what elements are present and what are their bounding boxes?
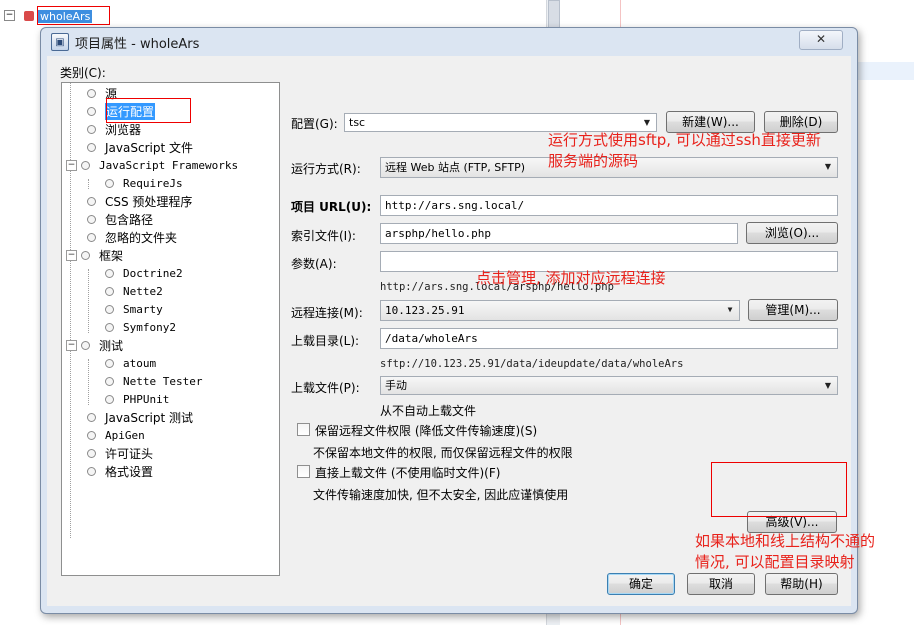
category-testing[interactable]: − 测试	[66, 336, 123, 354]
advanced-highlight-box	[711, 462, 847, 517]
node-icon	[87, 412, 96, 422]
preserve-permissions-label[interactable]: 保留远程文件权限 (降低文件传输速度)(S)	[315, 422, 537, 439]
close-button[interactable]: ✕	[799, 30, 843, 50]
dropdown-arrow-icon: ▼	[643, 118, 651, 127]
upload-files-select[interactable]: 手动 ▼	[380, 376, 838, 395]
run-as-label: 运行方式(R):	[291, 162, 361, 176]
node-icon	[87, 106, 96, 116]
categories-label: 类别(C):	[60, 66, 106, 80]
node-icon	[87, 196, 96, 206]
category-ignored-folders[interactable]: 忽略的文件夹	[87, 228, 177, 246]
categories-tree[interactable]: 源 运行配置 浏览器 JavaScript 文件 − JavaScript Fra…	[61, 82, 280, 576]
dropdown-arrow-icon: ▼	[727, 305, 733, 314]
category-smarty[interactable]: Smarty	[105, 300, 163, 318]
project-url-input[interactable]: http://ars.sng.local/	[380, 195, 838, 216]
node-icon	[105, 178, 114, 188]
upload-files-label: 上载文件(P):	[291, 381, 360, 395]
node-icon	[105, 304, 114, 314]
node-icon	[105, 268, 114, 278]
category-javascript-testing[interactable]: JavaScript 测试	[87, 408, 193, 426]
upload-files-hint: 从不自动上载文件	[380, 404, 477, 418]
cancel-button[interactable]: 取消	[687, 573, 755, 595]
annotation-mapping-line1: 如果本地和线上结构不通的	[695, 532, 876, 550]
config-label: 配置(G):	[291, 117, 338, 131]
dialog-title-bar[interactable]: ▣ 项目属性 - wholeArs ✕	[41, 28, 857, 56]
index-file-input[interactable]: arsphp/hello.php	[380, 223, 738, 244]
collapse-icon[interactable]: −	[66, 159, 77, 171]
annotation-mapping-line2: 情况, 可以配置目录映射	[695, 553, 855, 571]
upload-dir-preview: sftp://10.123.25.91/data/ideupdate/data/…	[380, 358, 684, 370]
category-phpunit[interactable]: PHPUnit	[105, 390, 169, 408]
dialog-title: 项目属性 - wholeArs	[75, 36, 200, 52]
category-css-preprocessors[interactable]: CSS 预处理程序	[87, 192, 192, 210]
category-nette-tester[interactable]: Nette Tester	[105, 372, 202, 390]
remote-connection-select[interactable]: 10.123.25.91 ▼	[380, 300, 740, 321]
arguments-label: 参数(A):	[291, 257, 337, 271]
node-icon	[87, 448, 96, 458]
project-url-label: 项目 URL(U):	[291, 200, 372, 214]
dropdown-arrow-icon: ▼	[824, 162, 832, 171]
annotation-sftp-line1: 运行方式使用sftp, 可以通过ssh直接更新	[548, 131, 821, 149]
direct-upload-checkbox[interactable]	[297, 465, 310, 478]
editor-line-highlight	[858, 62, 914, 80]
category-license-headers[interactable]: 许可证头	[87, 444, 153, 462]
category-formatting[interactable]: 格式设置	[87, 462, 153, 480]
node-icon	[87, 214, 96, 224]
run-config-highlight-box	[106, 98, 191, 123]
project-properties-icon: ▣	[51, 33, 69, 51]
remote-connection-label: 远程连接(M):	[291, 306, 363, 320]
node-icon	[105, 358, 114, 368]
node-icon	[87, 124, 96, 134]
category-atoum[interactable]: atoum	[105, 354, 156, 372]
annotation-sftp-line2: 服务端的源码	[548, 152, 639, 170]
browse-button[interactable]: 浏览(O)...	[746, 222, 838, 244]
category-nette2[interactable]: Nette2	[105, 282, 163, 300]
project-properties-dialog: ▣ 项目属性 - wholeArs ✕ 类别(C): 源 运行配置 浏览器 Ja…	[40, 27, 858, 614]
node-icon	[87, 430, 96, 440]
node-icon	[105, 322, 114, 332]
collapse-icon[interactable]: −	[66, 249, 77, 261]
annotation-manage: 点击管理, 添加对应远程连接	[476, 269, 666, 287]
category-apigen[interactable]: ApiGen	[87, 426, 145, 444]
manage-button[interactable]: 管理(M)...	[748, 299, 838, 321]
index-file-label: 索引文件(I):	[291, 229, 356, 243]
node-icon	[87, 232, 96, 242]
project-icon	[24, 11, 34, 21]
dropdown-arrow-icon: ▼	[824, 381, 832, 390]
node-icon	[87, 142, 96, 152]
project-highlight-box	[37, 6, 110, 25]
node-icon	[81, 340, 90, 350]
node-icon	[81, 250, 90, 260]
direct-upload-label[interactable]: 直接上载文件 (不使用临时文件)(F)	[315, 464, 500, 481]
preserve-permissions-hint: 不保留本地文件的权限, 而仅保留远程文件的权限	[313, 446, 573, 460]
node-icon	[87, 88, 96, 98]
direct-upload-hint: 文件传输速度加快, 但不太安全, 因此应谨慎使用	[313, 488, 569, 502]
tree-collapse-icon[interactable]: −	[4, 10, 15, 21]
node-icon	[105, 286, 114, 296]
category-requirejs[interactable]: RequireJs	[105, 174, 183, 192]
ok-button[interactable]: 确定	[607, 573, 675, 595]
preserve-permissions-checkbox[interactable]	[297, 423, 310, 436]
category-include-path[interactable]: 包含路径	[87, 210, 153, 228]
category-frameworks[interactable]: − 框架	[66, 246, 123, 264]
node-icon	[87, 466, 96, 476]
category-symfony2[interactable]: Symfony2	[105, 318, 176, 336]
node-icon	[105, 376, 114, 386]
help-button[interactable]: 帮助(H)	[765, 573, 838, 595]
category-doctrine2[interactable]: Doctrine2	[105, 264, 183, 282]
upload-dir-input[interactable]: /data/wholeArs	[380, 328, 838, 349]
upload-dir-label: 上载目录(L):	[291, 334, 360, 348]
node-icon	[81, 160, 90, 170]
collapse-icon[interactable]: −	[66, 339, 77, 351]
node-icon	[105, 394, 114, 404]
category-javascript-files[interactable]: JavaScript 文件	[87, 138, 193, 156]
category-javascript-frameworks[interactable]: − JavaScript Frameworks	[66, 156, 238, 174]
